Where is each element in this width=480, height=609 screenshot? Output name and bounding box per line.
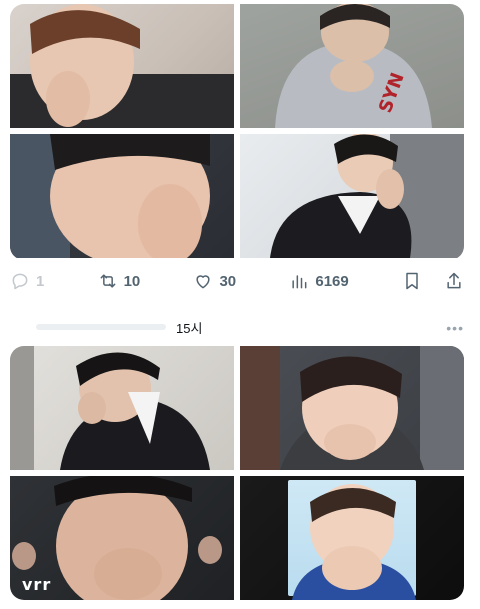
photo-2-figure: SYN (275, 4, 432, 128)
photo-8-figure (292, 484, 416, 600)
media-photo-5[interactable] (10, 346, 234, 470)
reply-button[interactable]: 1 (10, 271, 44, 291)
share-icon[interactable] (444, 271, 464, 291)
retweet-icon (100, 274, 115, 288)
media-photo-2[interactable]: SYN (240, 4, 464, 128)
more-options-icon[interactable]: ••• (446, 320, 464, 336)
media-photo-3[interactable] (10, 134, 234, 258)
retweet-count: 10 (123, 272, 141, 290)
views-count: 6169 (315, 272, 349, 290)
tweet-media-grid-bottom[interactable]: vrr (10, 346, 464, 600)
reply-count: 1 (36, 272, 45, 290)
overlay-logo-text: vrr (22, 575, 52, 594)
media-photo-7[interactable]: vrr (10, 476, 234, 600)
blurred-author-name (36, 324, 166, 330)
photo-6-figure (240, 346, 464, 470)
media-photo-8[interactable] (240, 476, 464, 600)
bookmark-icon[interactable] (402, 271, 422, 291)
heart-icon (196, 275, 211, 289)
reply-icon (12, 273, 28, 290)
retweet-button[interactable]: 10 (98, 271, 141, 291)
media-photo-1[interactable] (10, 4, 234, 128)
media-photo-4[interactable] (240, 134, 464, 258)
analytics-icon (292, 275, 307, 289)
photo-4-figure (270, 134, 464, 258)
photo-3-figure (10, 134, 210, 258)
secondary-actions (402, 271, 464, 291)
tweet-action-bar: 1 10 30 6169 (10, 268, 464, 294)
next-tweet-header: 15시 ••• (10, 318, 464, 338)
views-button[interactable]: 6169 (289, 271, 349, 291)
like-button[interactable]: 30 (193, 271, 236, 291)
tweet-media-grid-top[interactable]: SYN (10, 4, 464, 260)
photo-5-figure (10, 346, 210, 470)
media-photo-6[interactable] (240, 346, 464, 470)
tweet-timestamp[interactable]: 15시 (176, 318, 202, 337)
like-count: 30 (219, 272, 237, 290)
photo-1-figure (10, 4, 234, 128)
